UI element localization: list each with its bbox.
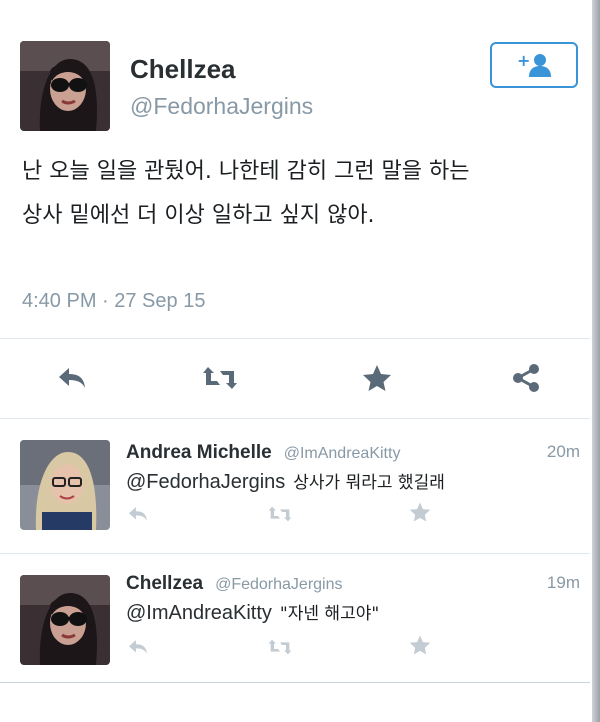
add-user-icon: + xyxy=(517,52,551,77)
favorite-icon xyxy=(363,365,391,391)
tweet-text-line-2: 상사 밑에선 더 이상 일하고 싶지 않아. xyxy=(22,203,375,228)
reply-author[interactable]: Andrea Michelle @ImAndreaKitty xyxy=(126,442,400,464)
reply-avatar[interactable] xyxy=(20,440,110,530)
divider xyxy=(0,338,590,339)
reply-icon xyxy=(59,368,85,388)
reply-author-name: Chellzea xyxy=(126,573,204,594)
tweet-text-line-1: 난 오늘 일을 관뒀어. 나한테 감히 그런 말을 하는 xyxy=(22,159,470,184)
reply-text: "자넨 해고야" xyxy=(279,604,380,624)
reply-text: 상사가 뭐라고 했길래 xyxy=(293,473,445,493)
reply-icon xyxy=(129,507,147,521)
reply-button[interactable] xyxy=(124,502,152,526)
reply-tweet[interactable]: Chellzea @FedorhaJergins 19m @ImAndreaKit… xyxy=(0,555,590,680)
scrollbar[interactable] xyxy=(592,0,600,722)
reply-author[interactable]: Chellzea @FedorhaJergins xyxy=(126,573,343,595)
divider xyxy=(0,418,590,419)
reply-button[interactable] xyxy=(124,635,152,659)
favorite-button[interactable] xyxy=(406,500,434,524)
reply-avatar[interactable] xyxy=(20,575,110,665)
reply-button[interactable] xyxy=(52,358,92,398)
divider xyxy=(0,553,590,554)
share-button[interactable] xyxy=(506,358,546,398)
author-avatar[interactable] xyxy=(20,41,110,131)
reply-author-handle: @FedorhaJergins xyxy=(215,576,343,593)
reply-author-name: Andrea Michelle xyxy=(126,442,272,463)
tweet-timestamp[interactable]: 4:40 PM · 27 Sep 15 xyxy=(22,290,205,313)
retweet-button[interactable] xyxy=(266,502,294,526)
svg-text:+: + xyxy=(517,52,530,70)
retweet-icon xyxy=(268,506,292,522)
reply-icon xyxy=(129,640,147,654)
reply-time: 20m xyxy=(546,442,580,461)
retweet-button[interactable] xyxy=(266,635,294,659)
retweet-button[interactable] xyxy=(200,358,240,398)
retweet-icon xyxy=(203,367,237,389)
mention-link[interactable]: @FedorhaJergins xyxy=(126,471,285,493)
tweet-header: Chellzea @FedorhaJergins + xyxy=(0,0,590,140)
favorite-icon xyxy=(409,635,431,655)
retweet-icon xyxy=(268,639,292,655)
reply-content: @ImAndreaKitty "자넨 해고야" xyxy=(126,599,379,625)
author-handle[interactable]: @FedorhaJergins xyxy=(130,93,313,120)
divider xyxy=(0,682,590,683)
tweet-text: 난 오늘 일을 관뒀어. 나한테 감히 그런 말을 하는 상사 밑에선 더 이상… xyxy=(22,150,582,238)
favorite-button[interactable] xyxy=(406,633,434,657)
share-icon xyxy=(513,364,539,392)
follow-button[interactable]: + xyxy=(490,42,578,88)
reply-author-handle: @ImAndreaKitty xyxy=(283,445,401,462)
favorite-icon xyxy=(409,502,431,522)
reply-tweet[interactable]: Andrea Michelle @ImAndreaKitty 20m @Fedor… xyxy=(0,420,590,550)
reply-time: 19m xyxy=(546,573,580,592)
reply-content: @FedorhaJergins 상사가 뭐라고 했길래 xyxy=(126,468,445,494)
tweet-detail-view: Chellzea @FedorhaJergins + 난 오늘 일을 관뒀어. … xyxy=(0,0,590,683)
author-name[interactable]: Chellzea xyxy=(130,54,236,85)
favorite-button[interactable] xyxy=(357,358,397,398)
mention-link[interactable]: @ImAndreaKitty xyxy=(126,602,272,624)
